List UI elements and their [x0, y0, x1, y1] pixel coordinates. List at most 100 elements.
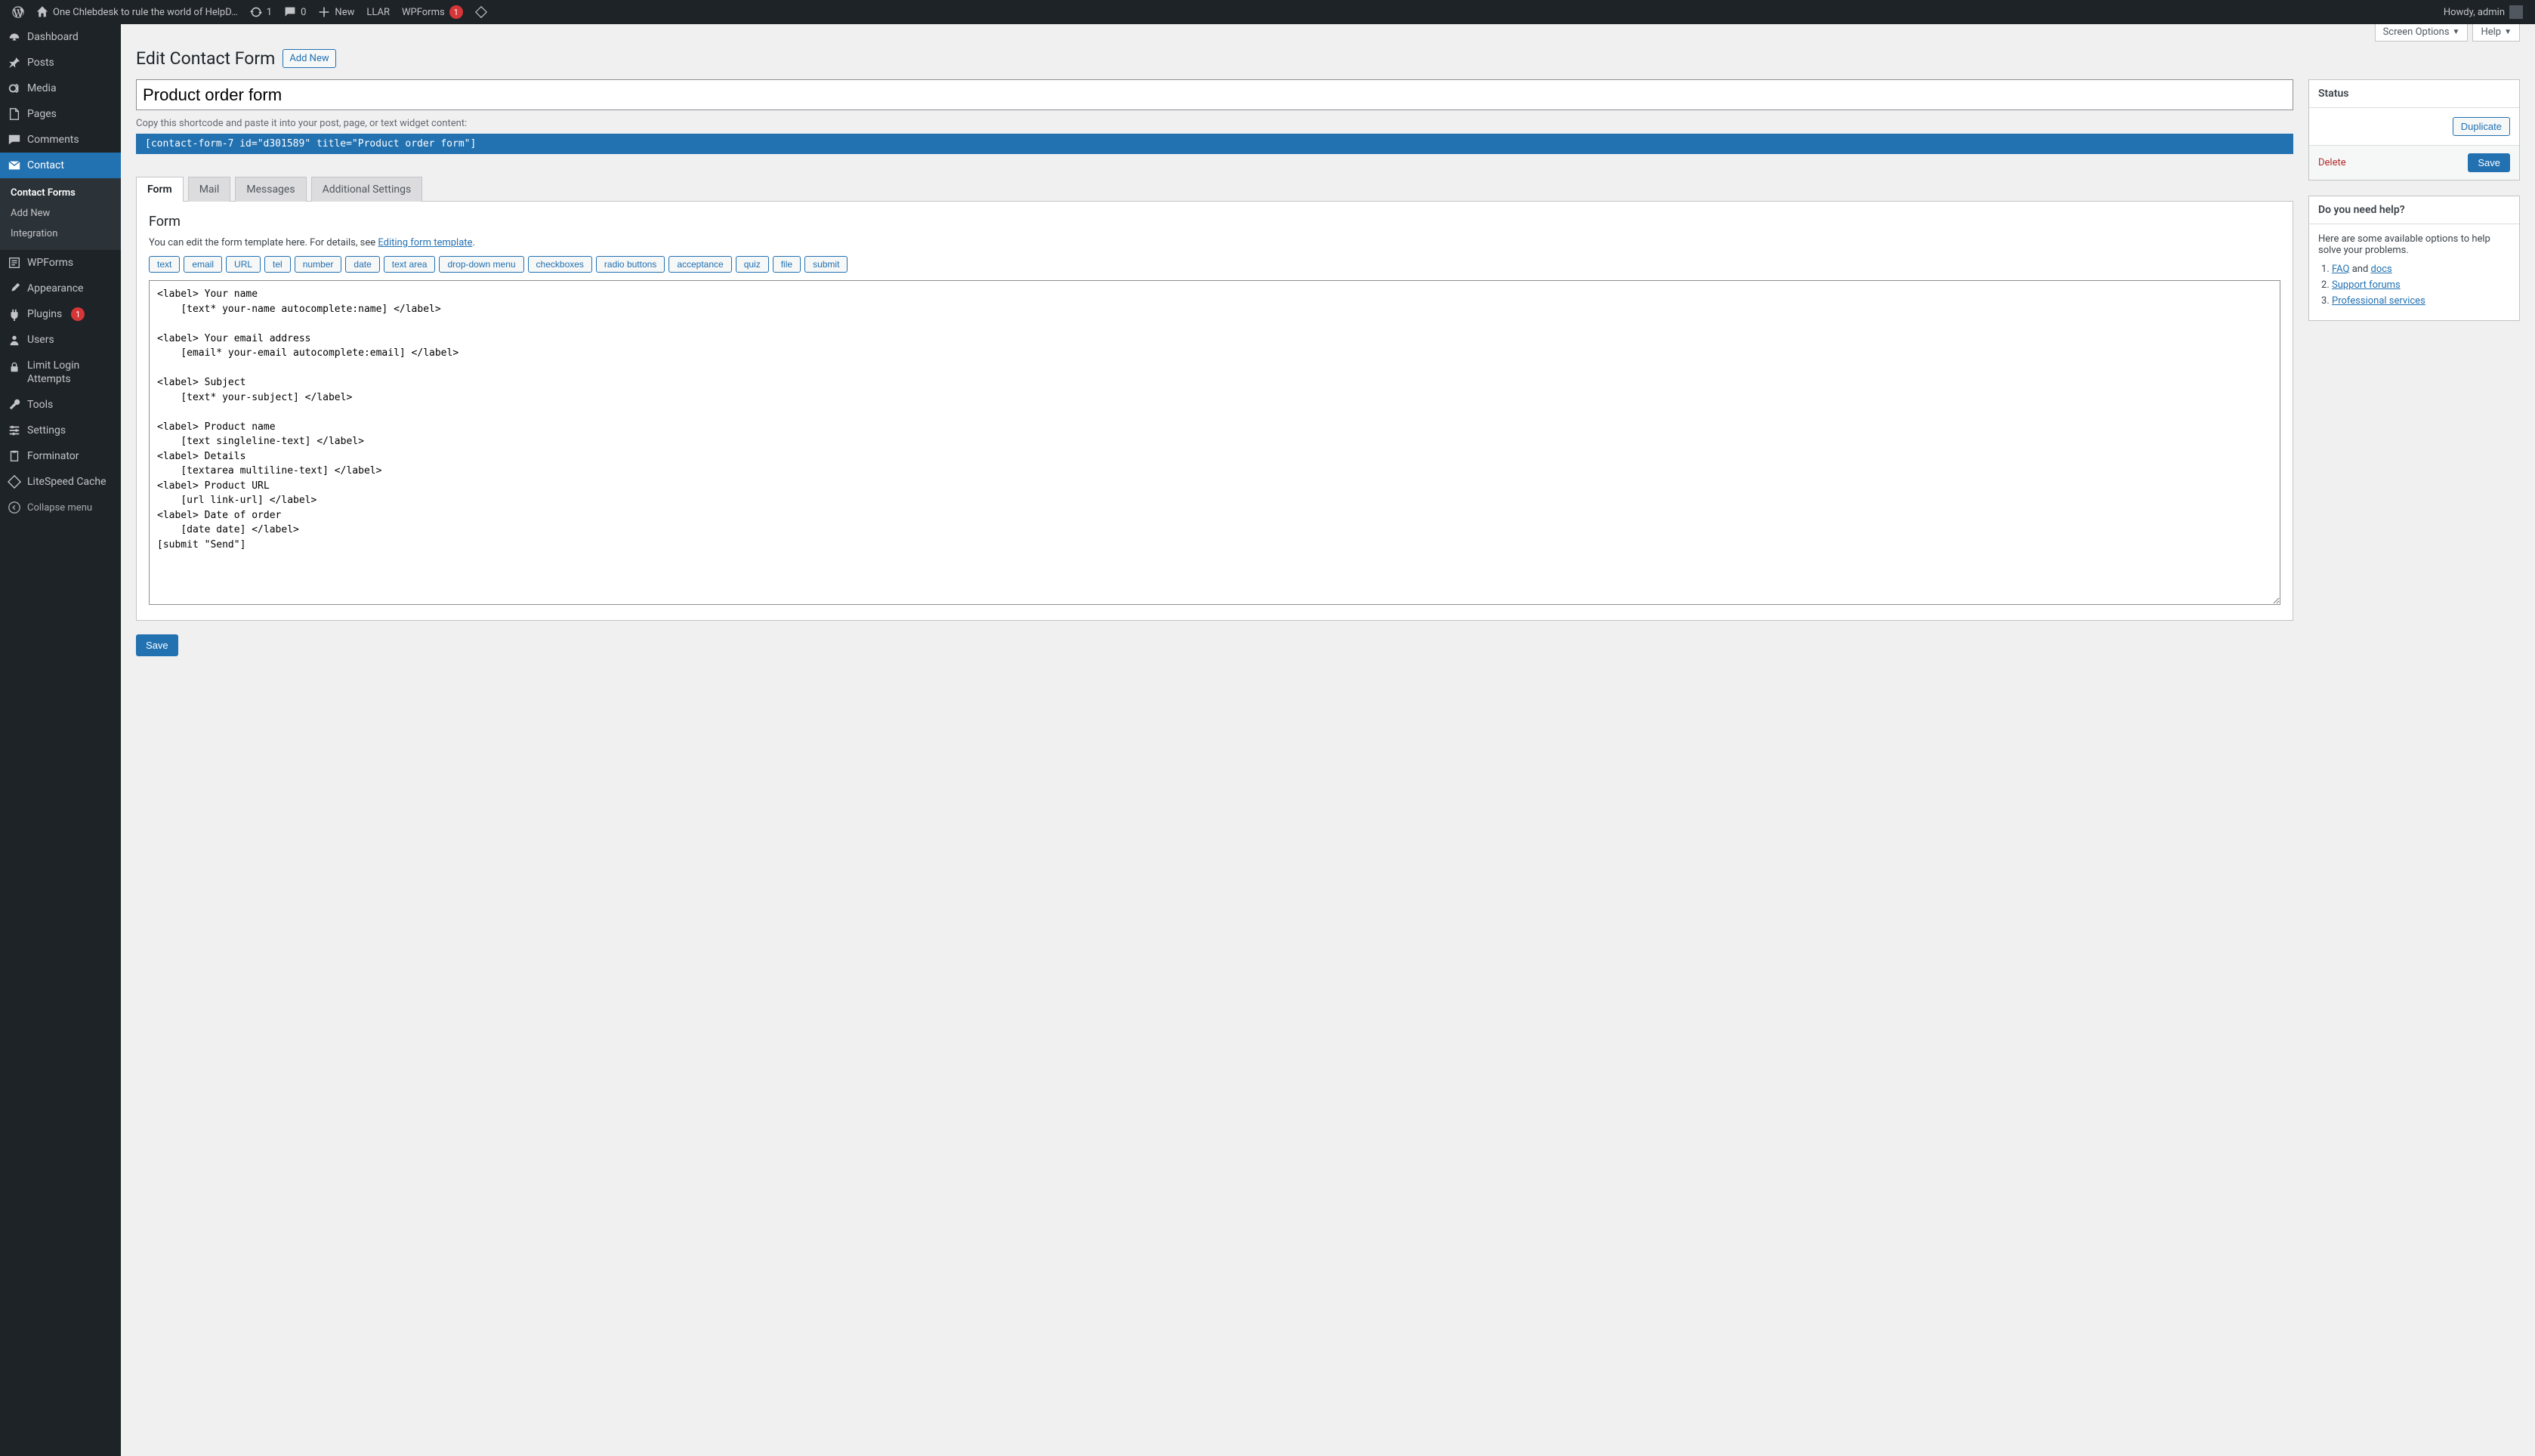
delete-link[interactable]: Delete: [2318, 157, 2346, 168]
save-button-bottom[interactable]: Save: [136, 634, 178, 656]
tab-mail[interactable]: Mail: [188, 177, 231, 202]
litespeed-bar[interactable]: [469, 0, 493, 24]
tag-button-email[interactable]: email: [184, 256, 222, 273]
chevron-down-icon: ▼: [2453, 28, 2460, 36]
plugin-icon: [8, 307, 21, 321]
update-icon: [250, 6, 262, 18]
save-button[interactable]: Save: [2468, 153, 2510, 172]
menu-limit-login[interactable]: Limit Login Attempts: [0, 353, 121, 392]
tab-form[interactable]: Form: [136, 177, 184, 202]
tag-button-number[interactable]: number: [295, 256, 342, 273]
menu-contact[interactable]: Contact: [0, 153, 121, 178]
submenu-contact: Contact Forms Add New Integration: [0, 178, 121, 250]
menu-posts[interactable]: Posts: [0, 50, 121, 76]
tag-button-quiz[interactable]: quiz: [736, 256, 769, 273]
menu-users[interactable]: Users: [0, 327, 121, 353]
my-account[interactable]: Howdy, admin: [2438, 0, 2529, 24]
menu-litespeed[interactable]: LiteSpeed Cache: [0, 469, 121, 495]
user-icon: [8, 333, 21, 347]
collapse-menu[interactable]: Collapse menu: [0, 495, 121, 520]
help-item-1: FAQ and docs: [2332, 264, 2510, 275]
brush-icon: [8, 282, 21, 295]
form-template-textarea[interactable]: [149, 280, 2280, 605]
tag-button-URL[interactable]: URL: [226, 256, 261, 273]
tag-button-radio-buttons[interactable]: radio buttons: [596, 256, 665, 273]
new-label: New: [335, 7, 354, 18]
panel-description: You can edit the form template here. For…: [149, 237, 2280, 248]
support-forums-link[interactable]: Support forums: [2332, 279, 2401, 291]
site-title-text: One Chlebdesk to rule the world of HelpD…: [53, 7, 238, 18]
tab-additional-settings[interactable]: Additional Settings: [311, 177, 423, 202]
howdy-text: Howdy, admin: [2444, 7, 2505, 18]
page-icon: [8, 107, 21, 121]
duplicate-button[interactable]: Duplicate: [2453, 117, 2510, 136]
tag-button-text[interactable]: text: [149, 256, 180, 273]
menu-pages[interactable]: Pages: [0, 101, 121, 127]
pro-services-link[interactable]: Professional services: [2332, 295, 2425, 307]
site-name[interactable]: One Chlebdesk to rule the world of HelpD…: [30, 0, 244, 24]
menu-dashboard[interactable]: Dashboard: [0, 24, 121, 50]
faq-link[interactable]: FAQ: [2332, 264, 2349, 275]
wpforms-icon: [8, 256, 21, 270]
editor-tabs: Form Mail Messages Additional Settings: [136, 177, 2293, 202]
mail-icon: [8, 159, 21, 172]
help-toggle[interactable]: Help ▼: [2472, 24, 2520, 42]
bolt-icon: [8, 475, 21, 489]
form-panel: Form You can edit the form template here…: [136, 201, 2293, 621]
collapse-icon: [8, 501, 21, 514]
form-title-input[interactable]: [136, 79, 2293, 110]
editing-form-template-link[interactable]: Editing form template: [378, 237, 472, 248]
menu-appearance[interactable]: Appearance: [0, 276, 121, 301]
add-new-button[interactable]: Add New: [283, 49, 335, 68]
comments[interactable]: 0: [278, 0, 312, 24]
new-content[interactable]: New: [312, 0, 360, 24]
tag-button-tel[interactable]: tel: [264, 256, 291, 273]
wrench-icon: [8, 398, 21, 412]
page-title: Edit Contact Form: [136, 48, 275, 69]
tag-button-date[interactable]: date: [345, 256, 379, 273]
submenu-add-new[interactable]: Add New: [0, 203, 121, 224]
tab-messages[interactable]: Messages: [235, 177, 306, 202]
submenu-contact-forms[interactable]: Contact Forms: [0, 183, 121, 203]
help-box: Do you need help? Here are some availabl…: [2308, 196, 2520, 321]
screen-options-toggle[interactable]: Screen Options ▼: [2375, 24, 2469, 42]
help-item-2: Support forums: [2332, 279, 2510, 291]
tag-button-acceptance[interactable]: acceptance: [668, 256, 731, 273]
menu-plugins[interactable]: Plugins 1: [0, 301, 121, 327]
help-intro: Here are some available options to help …: [2318, 233, 2510, 256]
dashboard-icon: [8, 30, 21, 44]
menu-tools[interactable]: Tools: [0, 392, 121, 418]
tag-button-drop-down-menu[interactable]: drop-down menu: [439, 256, 523, 273]
chevron-down-icon: ▼: [2504, 28, 2512, 36]
status-box: Status Duplicate Delete Save: [2308, 79, 2520, 180]
tag-button-text-area[interactable]: text area: [384, 256, 436, 273]
admin-bar: One Chlebdesk to rule the world of HelpD…: [0, 0, 2535, 24]
admin-menu: Dashboard Posts Media Pages Comments Con…: [0, 24, 121, 1456]
llar[interactable]: LLAR: [360, 0, 396, 24]
wp-logo[interactable]: [6, 0, 30, 24]
tag-button-checkboxes[interactable]: checkboxes: [528, 256, 592, 273]
llar-label: LLAR: [366, 7, 390, 18]
status-box-title: Status: [2309, 80, 2519, 108]
tag-button-file[interactable]: file: [773, 256, 801, 273]
tag-button-submit[interactable]: submit: [804, 256, 848, 273]
shortcode-box[interactable]: [contact-form-7 id="d301589" title="Prod…: [136, 134, 2293, 154]
comments-count: 0: [301, 7, 306, 18]
docs-link[interactable]: docs: [2371, 264, 2392, 275]
wpforms-bar[interactable]: WPForms 1: [396, 0, 469, 24]
updates[interactable]: 1: [244, 0, 278, 24]
help-item-3: Professional services: [2332, 295, 2510, 307]
plus-icon: [318, 6, 330, 18]
pin-icon: [8, 56, 21, 69]
menu-wpforms[interactable]: WPForms: [0, 250, 121, 276]
shortcode-description: Copy this shortcode and paste it into yo…: [136, 118, 2293, 129]
menu-settings[interactable]: Settings: [0, 418, 121, 443]
updates-count: 1: [267, 7, 272, 18]
submenu-integration[interactable]: Integration: [0, 224, 121, 244]
menu-forminator[interactable]: Forminator: [0, 443, 121, 469]
menu-media[interactable]: Media: [0, 76, 121, 101]
help-box-title: Do you need help?: [2309, 196, 2519, 224]
wpforms-label: WPForms: [402, 7, 445, 18]
menu-comments[interactable]: Comments: [0, 127, 121, 153]
tag-generator-buttons: textemailURLtelnumberdate text areadrop-d…: [149, 256, 2280, 273]
